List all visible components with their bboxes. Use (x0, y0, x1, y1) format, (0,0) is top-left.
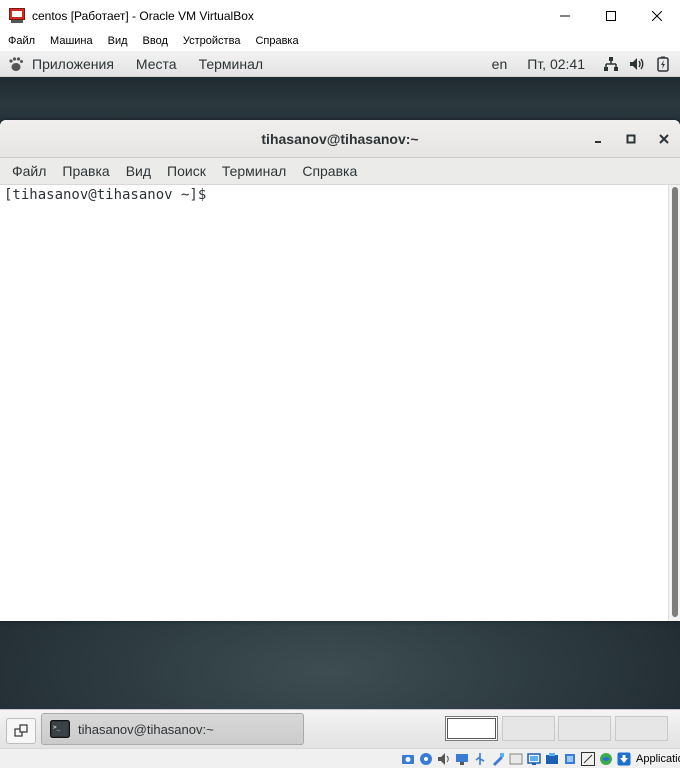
terminal-menu-help[interactable]: Справка (294, 163, 365, 179)
audio-icon[interactable] (436, 751, 452, 767)
terminal-title: tihasanov@tihasanov:~ (261, 130, 419, 147)
host-menu-machine[interactable]: Машина (50, 35, 93, 47)
scrollbar-thumb[interactable] (672, 187, 678, 617)
power-icon[interactable] (654, 55, 672, 73)
svg-text:>_: >_ (53, 724, 61, 731)
network-icon[interactable] (602, 55, 620, 73)
shell-prompt: [tihasanov@tihasanov ~]$ (4, 187, 215, 203)
host-key-label: Application (636, 753, 680, 765)
terminal-close-button[interactable] (647, 120, 680, 158)
terminal-menu-search[interactable]: Поиск (159, 163, 214, 179)
host-menu-file[interactable]: Файл (8, 35, 35, 47)
maximize-icon (626, 134, 635, 144)
terminal-menubar: Файл Правка Вид Поиск Терминал Справка (0, 158, 680, 185)
terminal-maximize-button[interactable] (614, 120, 647, 158)
cpu-icon[interactable] (562, 751, 578, 767)
terminal-window[interactable]: tihasanov@tihasanov:~ Файл Правка Вид По… (0, 120, 680, 621)
host-key-icon[interactable] (616, 751, 632, 767)
usb-icon[interactable] (472, 751, 488, 767)
gnome-top-panel: Приложения Места Терминал en Пт, 02:41 (0, 51, 680, 77)
applications-menu[interactable]: Приложения (32, 56, 114, 72)
taskbar-item-terminal[interactable]: >_ tihasanov@tihasanov:~ (41, 713, 304, 745)
minimize-icon (560, 15, 570, 16)
host-menubar: Файл Машина Вид Ввод Устройства Справка (0, 31, 680, 51)
show-desktop-button[interactable] (6, 718, 36, 744)
hard-disk-icon[interactable] (400, 751, 416, 767)
shared-folders-icon[interactable] (490, 751, 506, 767)
recording-icon[interactable] (544, 751, 560, 767)
host-menu-help[interactable]: Справка (255, 35, 298, 47)
workspace-1[interactable] (445, 716, 498, 741)
language-indicator[interactable]: en (492, 56, 508, 72)
host-window-title: centos [Работает] - Oracle VM VirtualBox (32, 8, 254, 23)
video-capture-icon[interactable] (526, 751, 542, 767)
workspace-3[interactable] (558, 716, 611, 741)
workspace-2[interactable] (502, 716, 555, 741)
terminal-menu-view[interactable]: Вид (118, 163, 159, 179)
guest-additions-icon[interactable] (598, 751, 614, 767)
terminal-menu-file[interactable]: Файл (4, 163, 54, 179)
gnome-bottom-panel: >_ tihasanov@tihasanov:~ (0, 709, 680, 748)
show-desktop-icon (14, 724, 28, 737)
taskbar-item-label: tihasanov@tihasanov:~ (78, 721, 214, 737)
optical-drive-icon[interactable] (418, 751, 434, 767)
host-menu-devices[interactable]: Устройства (183, 35, 241, 47)
maximize-icon (606, 10, 616, 21)
virtualbox-icon (9, 7, 25, 24)
guest-screen[interactable]: Приложения Места Терминал en Пт, 02:41 t… (0, 51, 680, 748)
terminal-icon: >_ (50, 720, 70, 738)
gnome-foot-icon (9, 56, 23, 71)
minimize-button[interactable] (542, 0, 588, 31)
desktop-background-top (0, 77, 680, 122)
volume-icon[interactable] (628, 55, 646, 73)
close-icon (658, 134, 669, 144)
host-menu-view[interactable]: Вид (108, 35, 128, 47)
close-icon (652, 10, 662, 21)
terminal-titlebar[interactable]: tihasanov@tihasanov:~ (0, 120, 680, 158)
terminal-menu-edit[interactable]: Правка (54, 163, 117, 179)
clock[interactable]: Пт, 02:41 (527, 56, 585, 72)
terminal-menu-terminal[interactable]: Терминал (214, 163, 294, 179)
terminal-app-menu[interactable]: Терминал (199, 56, 263, 72)
host-statusbar: Application (0, 748, 680, 768)
terminal-minimize-button[interactable] (581, 120, 614, 158)
terminal-scrollbar[interactable] (668, 185, 680, 621)
close-button[interactable] (634, 0, 680, 31)
workspace-4[interactable] (615, 716, 668, 741)
display-icon[interactable] (508, 751, 524, 767)
places-menu[interactable]: Места (136, 56, 177, 72)
host-menu-input[interactable]: Ввод (143, 35, 168, 47)
mouse-integration-icon[interactable] (580, 751, 596, 767)
network-adapter-icon[interactable] (454, 751, 470, 767)
host-titlebar: centos [Работает] - Oracle VM VirtualBox (0, 0, 680, 31)
terminal-content[interactable]: [tihasanov@tihasanov ~]$ (0, 185, 668, 621)
minimize-icon (594, 141, 601, 143)
maximize-button[interactable] (588, 0, 634, 31)
